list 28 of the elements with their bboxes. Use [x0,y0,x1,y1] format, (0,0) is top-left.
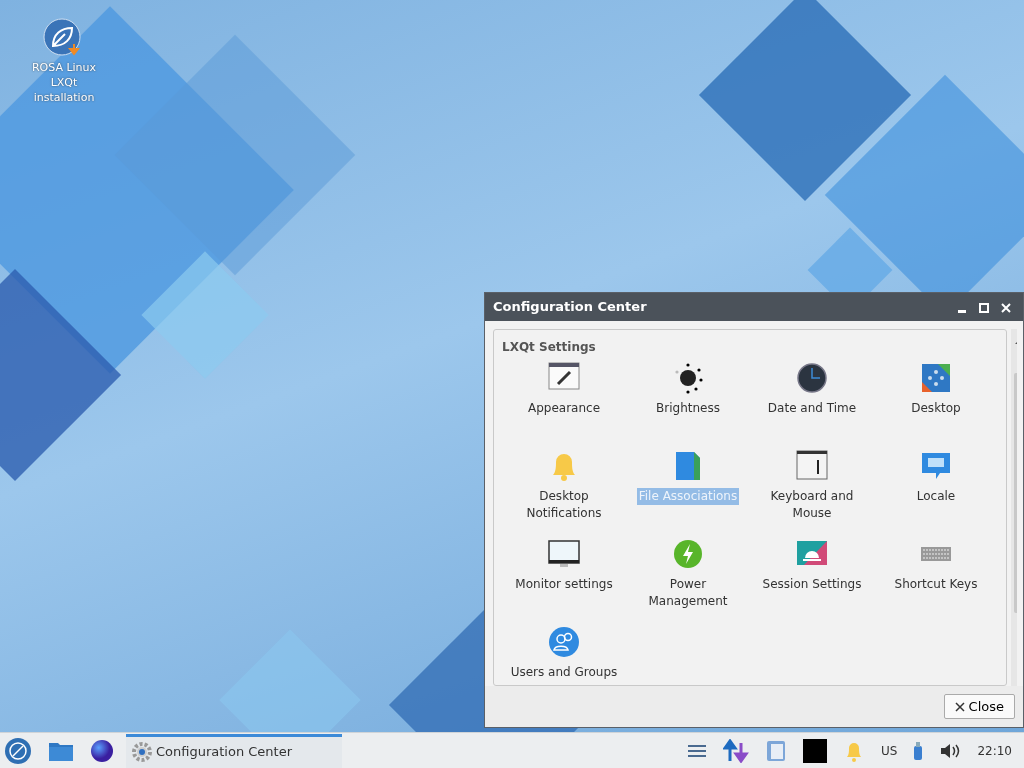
window-title: Configuration Center [493,298,647,317]
settings-item[interactable]: Monitor settings [513,575,615,593]
close-icon [954,702,965,712]
settings-item[interactable]: Power Management [632,575,744,610]
globe-icon[interactable] [90,738,114,763]
gear-icon [132,742,152,762]
group-title: LXQt Settings [502,338,597,356]
settings-item[interactable]: Desktop [909,399,963,417]
clock[interactable]: 22:10 [977,741,1012,760]
settings-item[interactable]: Keyboard and Mouse [756,487,868,522]
settings-item[interactable]: Desktop Notifications [508,487,620,522]
close-button[interactable]: Close [943,693,1015,719]
maximize-icon[interactable] [978,302,990,315]
usb-drive-icon[interactable] [913,740,924,761]
settings-item[interactable]: Appearance [525,399,603,417]
app-menu-icon[interactable] [4,736,32,765]
settings-item[interactable]: Locale [914,487,958,505]
settings-item[interactable]: Date and Time [765,399,859,417]
settings-item[interactable]: Shortcut Keys [892,575,980,593]
keyboard-layout[interactable]: US [881,741,898,760]
taskbar-window-button[interactable]: Configuration Center [126,733,342,768]
settings-item[interactable]: Brightness [654,399,722,417]
transfer-arrows-icon[interactable] [723,738,749,763]
settings-item[interactable]: Users and Groups [508,663,620,681]
terminal-icon[interactable] [803,738,827,763]
close-icon[interactable] [1000,302,1012,315]
settings-item[interactable]: Session Settings [760,575,864,593]
speaker-icon[interactable] [939,741,962,760]
